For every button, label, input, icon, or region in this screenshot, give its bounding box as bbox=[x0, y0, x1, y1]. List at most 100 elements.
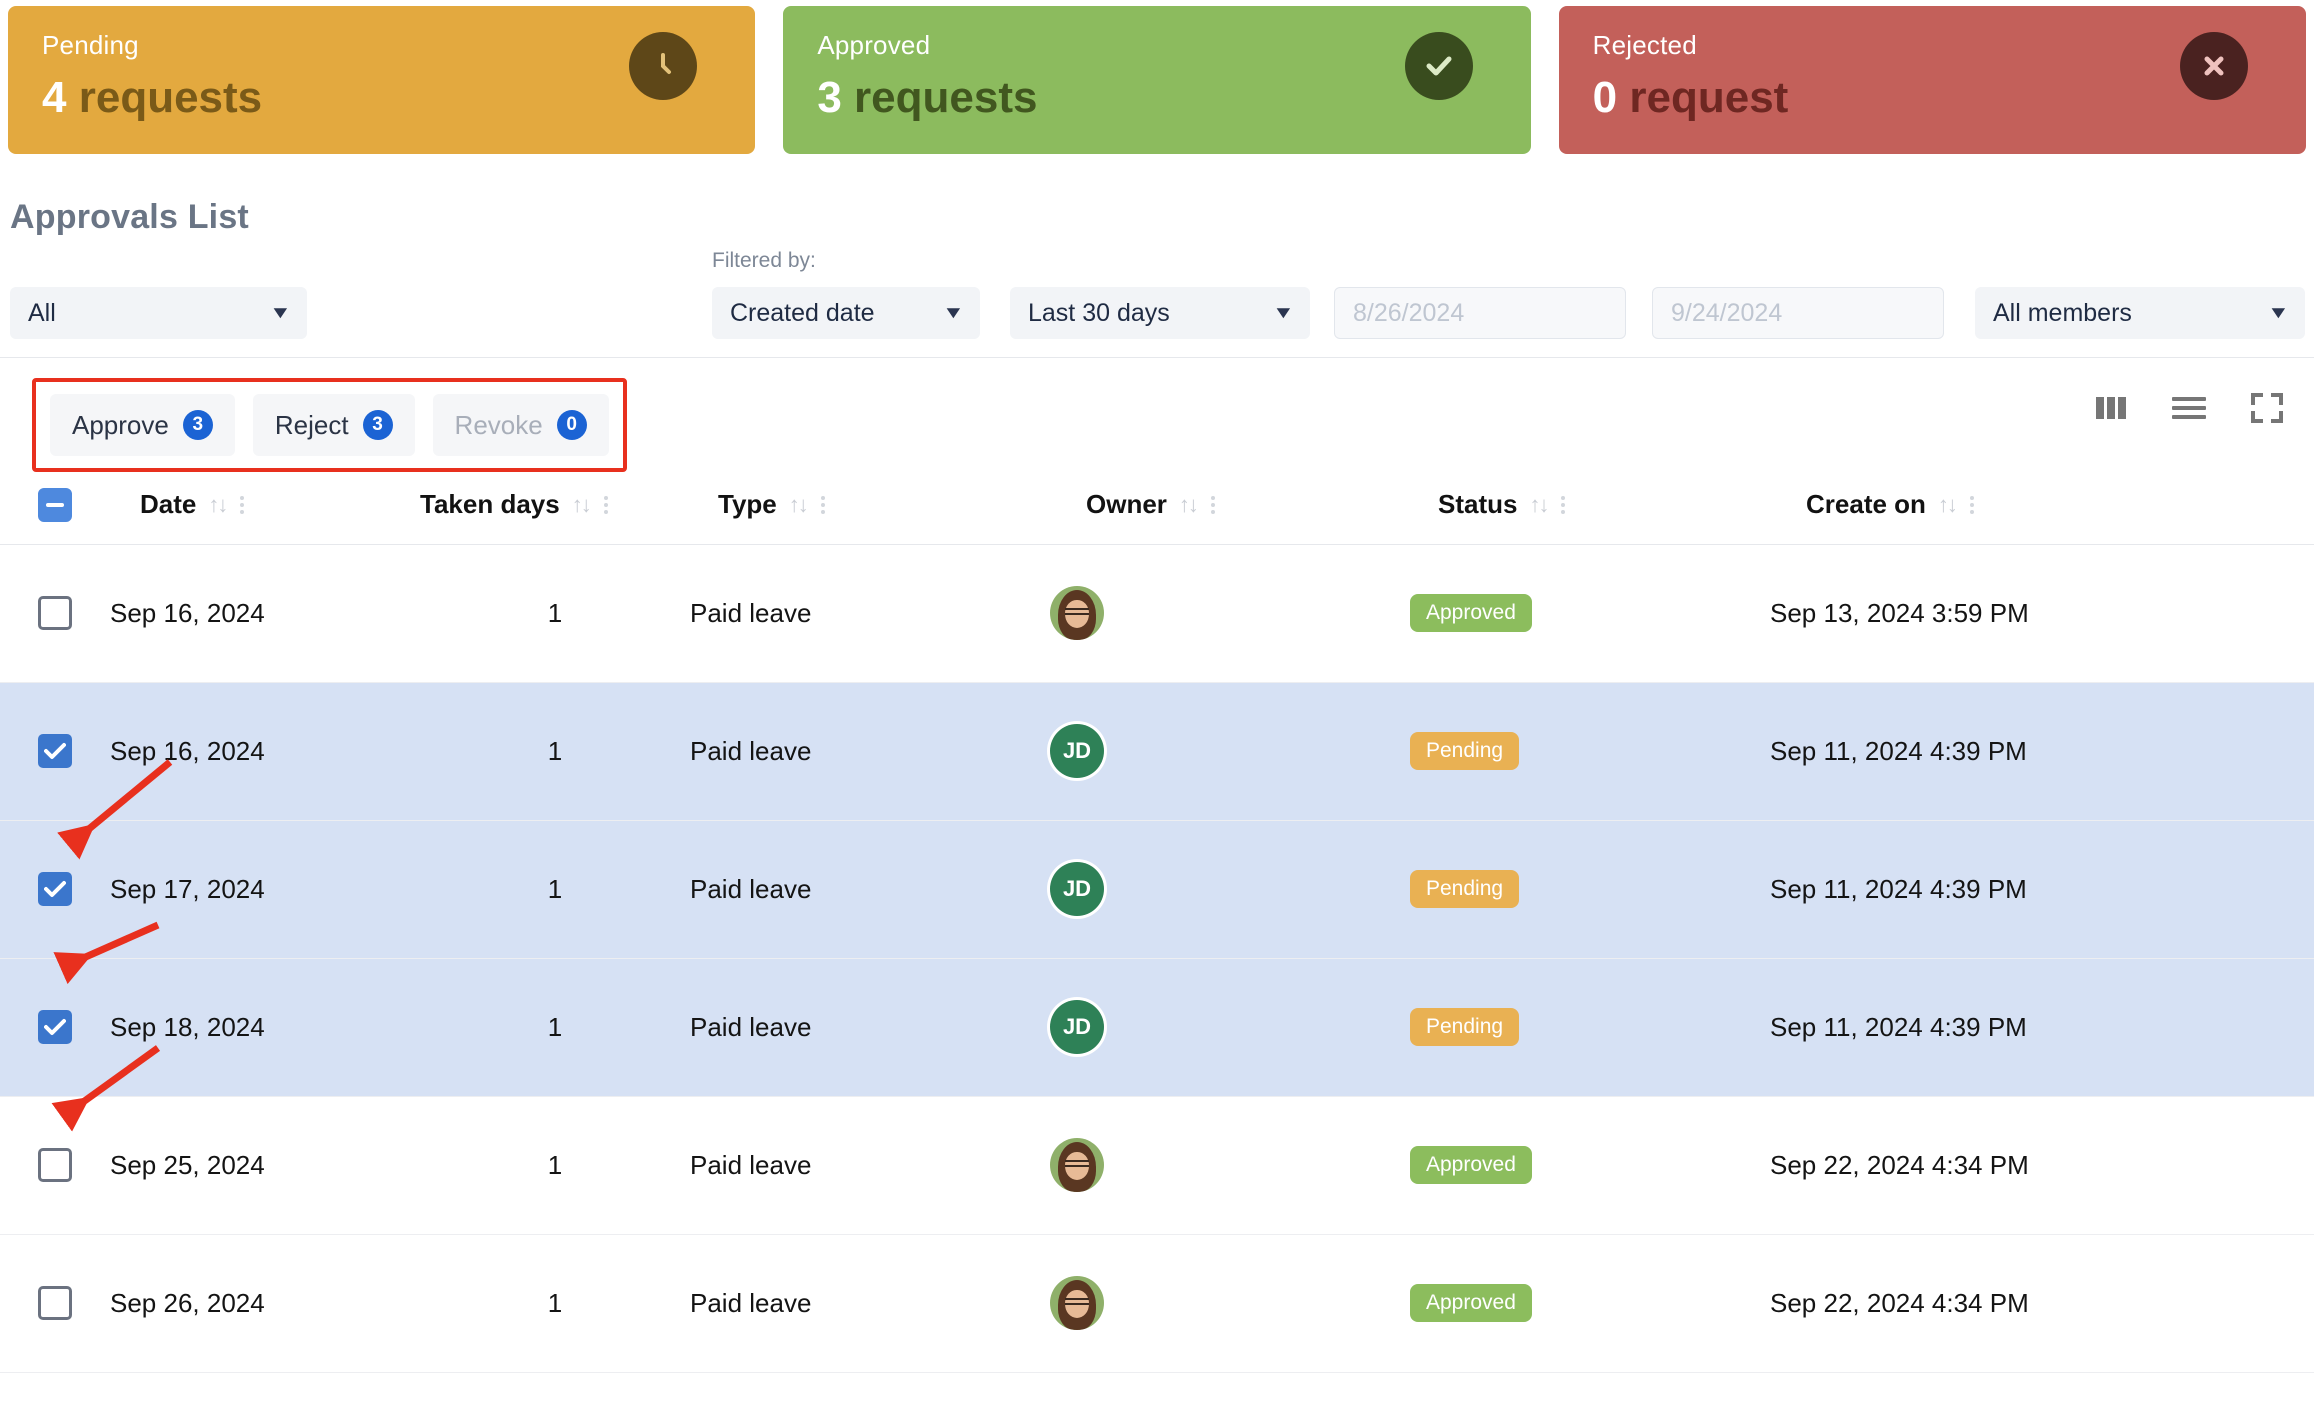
cell-date: Sep 18, 2024 bbox=[110, 1011, 265, 1042]
sort-icon[interactable]: ↑↓ bbox=[208, 492, 228, 518]
summary-card-approved[interactable]: Approved 3 requests bbox=[783, 6, 1531, 154]
cell-created-on: Sep 11, 2024 4:39 PM bbox=[1770, 1011, 2027, 1042]
cell-owner: JD bbox=[1050, 958, 1410, 1096]
approve-button[interactable]: Approve 3 bbox=[50, 394, 235, 456]
column-menu-icon[interactable] bbox=[238, 494, 246, 516]
row-checkbox[interactable] bbox=[38, 1286, 72, 1320]
clock-icon bbox=[629, 32, 698, 100]
column-label: Type bbox=[718, 489, 777, 520]
revoke-button[interactable]: Revoke 0 bbox=[432, 394, 609, 456]
cell-date: Sep 16, 2024 bbox=[110, 735, 265, 766]
row-checkbox[interactable] bbox=[38, 1148, 72, 1182]
column-menu-icon[interactable] bbox=[1968, 494, 1976, 516]
check-icon bbox=[1404, 32, 1473, 100]
summary-card-rejected[interactable]: Rejected 0 request bbox=[1558, 6, 2306, 154]
reject-button[interactable]: Reject 3 bbox=[252, 394, 415, 456]
column-header-owner[interactable]: Owner ↑↓ bbox=[1050, 466, 1410, 544]
status-badge: Pending bbox=[1410, 732, 1520, 770]
column-label: Create on bbox=[1806, 489, 1926, 520]
sort-icon[interactable]: ↑↓ bbox=[789, 492, 809, 518]
cell-type: Paid leave bbox=[690, 873, 812, 904]
table-row[interactable]: Sep 26, 2024 1 Paid leave Approved Sep 22, 2… bbox=[0, 1234, 2314, 1372]
card-count: 4 bbox=[42, 73, 67, 122]
sort-icon[interactable]: ↑↓ bbox=[1938, 492, 1958, 518]
avatar-initials: JD bbox=[1062, 1014, 1092, 1039]
list-icon[interactable] bbox=[2170, 393, 2208, 423]
sort-icon[interactable]: ↑↓ bbox=[1179, 492, 1199, 518]
column-menu-icon[interactable] bbox=[819, 494, 827, 516]
status-badge: Pending bbox=[1410, 870, 1520, 908]
date-from-input[interactable]: 8/26/2024 bbox=[1334, 287, 1626, 339]
row-checkbox[interactable] bbox=[38, 1010, 72, 1044]
card-count: 3 bbox=[817, 73, 842, 122]
bulk-actions-highlight: Approve 3 Reject 3 Revoke 0 bbox=[32, 378, 627, 472]
column-header-status[interactable]: Status ↑↓ bbox=[1410, 466, 1770, 544]
column-menu-icon[interactable] bbox=[1559, 494, 1567, 516]
table-row[interactable]: Sep 17, 2024 1 Paid leave JD Pending Sep 11, … bbox=[0, 820, 2314, 958]
status-filter-select[interactable]: All ▼ bbox=[10, 287, 307, 339]
cell-owner: JD bbox=[1050, 682, 1410, 820]
card-unit: request bbox=[1629, 73, 1789, 122]
members-filter-select[interactable]: All members ▼ bbox=[1975, 287, 2305, 339]
avatar: JD bbox=[1050, 724, 1104, 778]
card-label: Approved bbox=[817, 30, 931, 60]
cell-status: Approved bbox=[1410, 1096, 1770, 1234]
card-label: Rejected bbox=[1592, 30, 1697, 60]
column-header-date[interactable]: Date ↑↓ bbox=[110, 466, 420, 544]
cell-date: Sep 26, 2024 bbox=[110, 1287, 265, 1318]
row-select-cell bbox=[0, 1234, 110, 1372]
table-row[interactable]: Sep 16, 2024 1 Paid leave Approved Sep 13, 2… bbox=[0, 544, 2314, 682]
row-checkbox[interactable] bbox=[38, 596, 72, 630]
status-badge: Pending bbox=[1410, 1008, 1520, 1046]
date-to-input[interactable]: 9/24/2024 bbox=[1652, 287, 1944, 339]
cell-status: Pending bbox=[1410, 820, 1770, 958]
cell-taken-days: 1 bbox=[547, 735, 563, 766]
avatar-initials: JD bbox=[1062, 876, 1092, 901]
select-all-checkbox[interactable] bbox=[38, 487, 72, 522]
status-badge: Approved bbox=[1410, 1146, 1532, 1184]
select-all-cell bbox=[0, 466, 110, 544]
column-header-type[interactable]: Type ↑↓ bbox=[690, 466, 1050, 544]
cell-type: Paid leave bbox=[690, 1011, 812, 1042]
row-select-cell bbox=[0, 1096, 110, 1234]
table-toolbar: Approve 3 Reject 3 Revoke 0 bbox=[0, 358, 2314, 472]
column-menu-icon[interactable] bbox=[602, 494, 610, 516]
revoke-label: Revoke bbox=[454, 409, 543, 440]
approve-count-badge: 3 bbox=[182, 410, 213, 440]
field-filter-select[interactable]: Created date ▼ bbox=[712, 287, 980, 339]
status-filter-value: All bbox=[28, 298, 56, 327]
row-checkbox[interactable] bbox=[38, 734, 72, 768]
cell-owner bbox=[1050, 1096, 1410, 1234]
table-row[interactable]: Sep 18, 2024 1 Paid leave JD Pending Sep 11, … bbox=[0, 958, 2314, 1096]
chevron-down-icon: ▼ bbox=[1272, 303, 1295, 322]
cell-date: Sep 16, 2024 bbox=[110, 597, 265, 628]
sort-icon[interactable]: ↑↓ bbox=[572, 492, 592, 518]
fullscreen-icon[interactable] bbox=[2250, 392, 2284, 424]
table-row[interactable]: Sep 25, 2024 1 Paid leave Approved Sep 22, 2… bbox=[0, 1096, 2314, 1234]
columns-icon[interactable] bbox=[2094, 393, 2128, 423]
column-menu-icon[interactable] bbox=[1209, 494, 1217, 516]
members-filter-value: All members bbox=[1993, 298, 2132, 327]
cell-owner bbox=[1050, 1234, 1410, 1372]
column-header-taken-days[interactable]: Taken days ↑↓ bbox=[420, 466, 690, 544]
avatar bbox=[1050, 1276, 1104, 1330]
card-value: 0 request bbox=[1593, 76, 2272, 120]
cell-date: Sep 17, 2024 bbox=[110, 873, 265, 904]
column-header-create-on[interactable]: Create on ↑↓ bbox=[1770, 466, 2314, 544]
row-checkbox[interactable] bbox=[38, 872, 72, 906]
cell-created-on: Sep 22, 2024 4:34 PM bbox=[1770, 1287, 2029, 1318]
cell-status: Approved bbox=[1410, 1234, 1770, 1372]
approve-label: Approve bbox=[72, 409, 169, 440]
approvals-table: Date ↑↓ Taken days ↑↓ Type ↑↓ Owner ↑↓ S… bbox=[0, 466, 2314, 1373]
revoke-count-badge: 0 bbox=[556, 410, 587, 440]
approvals-table-card: Approve 3 Reject 3 Revoke 0 Date ↑↓ Take… bbox=[0, 357, 2314, 1373]
sort-icon[interactable]: ↑↓ bbox=[1529, 492, 1549, 518]
table-body: Sep 16, 2024 1 Paid leave Approved Sep 13, 2… bbox=[0, 544, 2314, 1372]
view-tools bbox=[2094, 392, 2284, 424]
date-range-select[interactable]: Last 30 days ▼ bbox=[1010, 287, 1310, 339]
cell-type: Paid leave bbox=[690, 735, 812, 766]
chevron-down-icon: ▼ bbox=[942, 303, 965, 322]
filtered-by-label: Filtered by: bbox=[712, 249, 816, 272]
table-row[interactable]: Sep 16, 2024 1 Paid leave JD Pending Sep 11, … bbox=[0, 682, 2314, 820]
summary-card-pending[interactable]: Pending 4 requests bbox=[8, 6, 756, 154]
